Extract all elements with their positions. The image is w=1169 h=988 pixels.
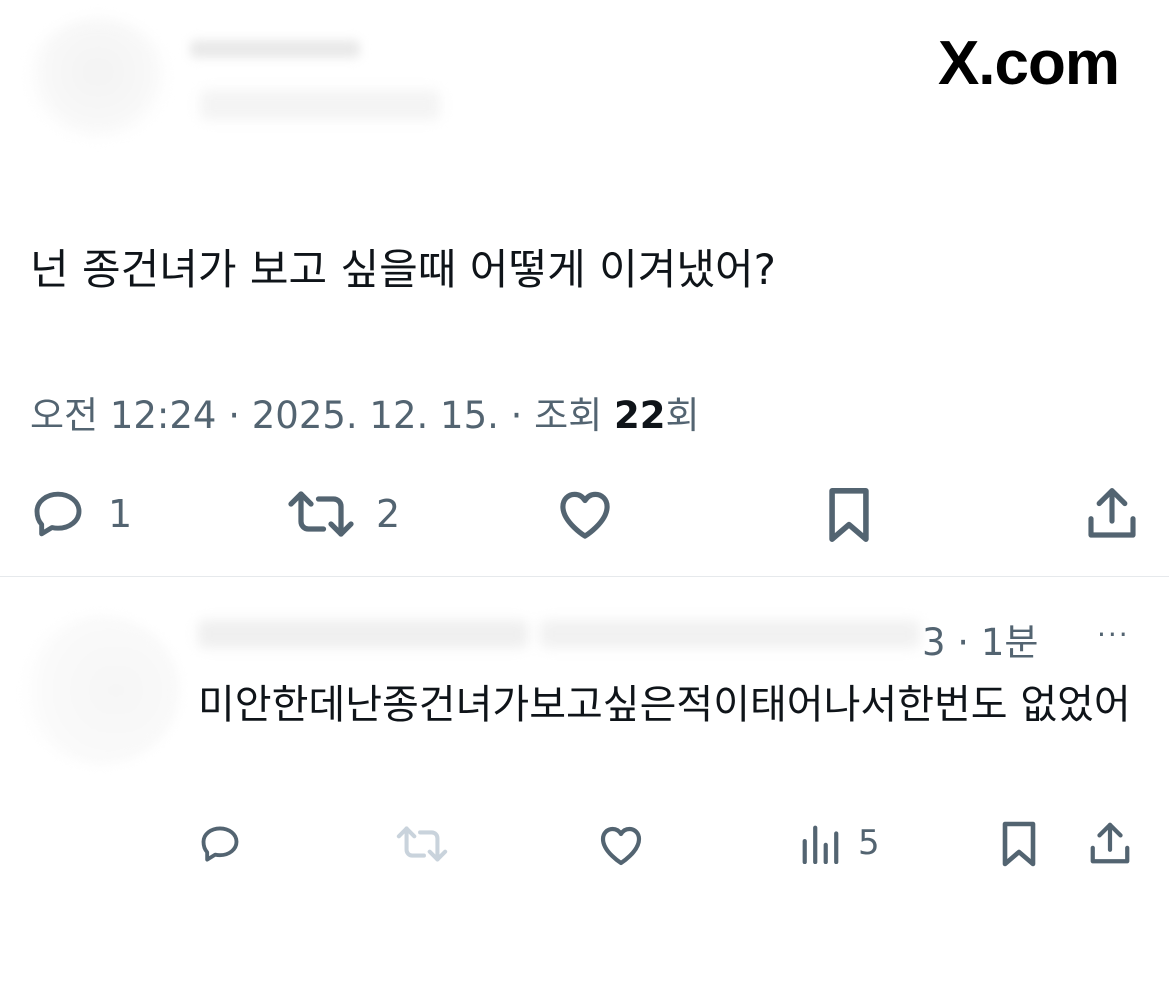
section-divider bbox=[0, 576, 1169, 577]
reply-share-button[interactable] bbox=[1088, 821, 1132, 867]
bookmark-icon bbox=[1000, 820, 1038, 868]
reply-reply-button[interactable] bbox=[196, 822, 244, 866]
reply-count: 1 bbox=[108, 492, 133, 536]
reply-repost-button[interactable] bbox=[395, 824, 449, 864]
tweet-text: 넌 종건녀가 보고 싶을때 어떻게 이겨냈어? bbox=[30, 245, 776, 294]
reply-bookmark-button[interactable] bbox=[1000, 820, 1038, 868]
bookmark-icon bbox=[826, 486, 872, 544]
tweet-timestamp[interactable]: 오전 12:24 · 2025. 12. 15. · 조회 bbox=[30, 394, 614, 437]
reply-text: 미안한데난종건녀가보고싶은적이태어나서한번도 없었어 bbox=[198, 682, 1131, 728]
more-icon[interactable]: ··· bbox=[1097, 618, 1130, 651]
bookmark-button[interactable] bbox=[826, 486, 872, 544]
view-count: 22 bbox=[614, 394, 666, 437]
repost-count: 2 bbox=[376, 492, 401, 536]
reply-timestamp[interactable]: 3 · 1분 bbox=[922, 612, 1038, 666]
reply-like-button[interactable] bbox=[597, 823, 645, 867]
reply-views-button[interactable]: 5 bbox=[800, 822, 880, 864]
tweet-meta: 오전 12:24 · 2025. 12. 15. · 조회 22회 bbox=[30, 385, 700, 439]
like-button[interactable] bbox=[555, 487, 615, 541]
site-brand: X.com bbox=[937, 29, 1120, 98]
share-icon bbox=[1086, 486, 1138, 542]
author-avatar[interactable] bbox=[28, 18, 168, 138]
repost-icon bbox=[286, 488, 356, 540]
reply-icon bbox=[196, 822, 244, 866]
reply-view-count: 5 bbox=[858, 823, 880, 863]
like-icon bbox=[597, 823, 645, 867]
reply-author-name-blurred[interactable] bbox=[198, 620, 528, 648]
reply-icon bbox=[28, 486, 88, 542]
reply-author-avatar[interactable] bbox=[20, 615, 180, 765]
share-button[interactable] bbox=[1086, 486, 1138, 542]
reply-button[interactable]: 1 bbox=[28, 486, 132, 542]
repost-icon bbox=[395, 824, 449, 864]
repost-button[interactable]: 2 bbox=[286, 488, 400, 540]
reply-author-handle-blurred bbox=[540, 620, 920, 648]
views-icon bbox=[800, 822, 840, 864]
like-icon bbox=[555, 487, 615, 541]
share-icon bbox=[1088, 821, 1132, 867]
author-handle-blurred bbox=[200, 90, 440, 120]
author-name-blurred[interactable] bbox=[190, 40, 360, 58]
view-suffix: 회 bbox=[665, 394, 700, 437]
